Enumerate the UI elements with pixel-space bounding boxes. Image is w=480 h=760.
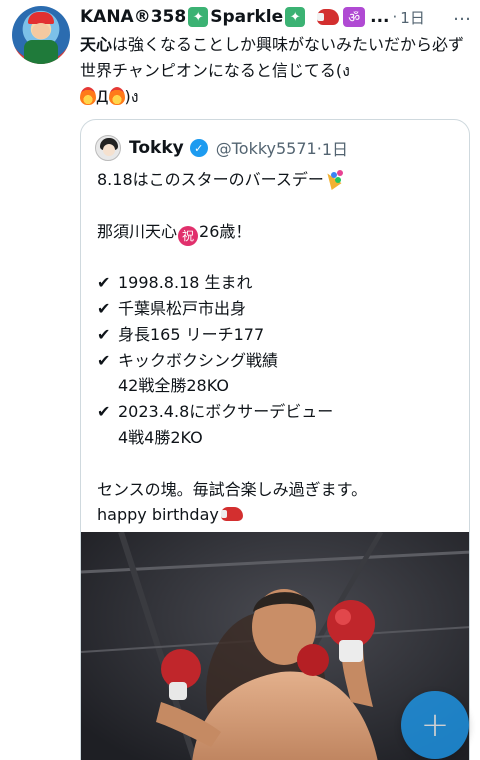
compose-button[interactable]: + bbox=[401, 691, 469, 759]
check-icon: ✔ bbox=[97, 273, 111, 293]
quote-item-2: 千葉県松戸市出身 bbox=[118, 298, 247, 318]
quoted-tweet-text: 8.18はこのスターのバースデー 那須川天心祝 26歳！ ✔ 1998.8.18 生… bbox=[97, 167, 461, 528]
quoted-tweet-header: Tokky ✓ @Tokky5571 · 1日 bbox=[95, 134, 348, 162]
name-ellipsis: ... bbox=[370, 7, 390, 27]
quote-line-2b: 26歳！ bbox=[199, 221, 252, 241]
tweet-header: KANA®358 ✦ Sparkle ✦ ॐ ... · 1日 bbox=[80, 4, 474, 30]
om-icon: ॐ bbox=[343, 7, 366, 27]
tweet-text-part3: )ง bbox=[124, 87, 139, 106]
quoted-author-avatar[interactable] bbox=[95, 135, 121, 161]
author-avatar[interactable] bbox=[12, 6, 70, 64]
celebration-badge-icon: 祝 bbox=[178, 226, 199, 247]
quote-line-2a: 那須川天心 bbox=[97, 221, 178, 241]
quoted-tweet-timestamp[interactable]: 1日 bbox=[322, 136, 348, 160]
quote-item-5: 2023.4.8にボクサーデビュー bbox=[118, 402, 334, 422]
plus-icon: + bbox=[420, 705, 450, 745]
fire-icon bbox=[108, 87, 125, 105]
tweet-text-bold: 天心 bbox=[80, 35, 113, 54]
quote-item-5-sub: 4戦4勝2KO bbox=[118, 427, 203, 447]
check-icon: ✔ bbox=[97, 324, 111, 344]
tweet-timestamp[interactable]: 1日 bbox=[400, 7, 425, 28]
more-options-icon[interactable]: … bbox=[453, 4, 472, 25]
tweet-text: 天心は強くなることしか興味がないみたいだから必ず世界チャンピオンになると信じてる… bbox=[80, 32, 472, 110]
sparkle-icon: ✦ bbox=[285, 7, 306, 27]
quote-item-3: 身長165 リーチ177 bbox=[118, 324, 265, 344]
check-icon: ✔ bbox=[97, 350, 111, 370]
boxing-glove-icon bbox=[220, 507, 243, 522]
tweet-text-part1: は強くなることしか興味がないみたいだから必ず世界チャンピオンになると信じてる(ง bbox=[80, 35, 465, 80]
fire-icon bbox=[80, 87, 96, 105]
time-separator: · bbox=[392, 8, 398, 26]
quote-item-1: 1998.8.18 生まれ bbox=[118, 273, 253, 293]
quoted-author-handle[interactable]: @Tokky5571 bbox=[216, 139, 317, 158]
tweet-text-part2: Д bbox=[96, 87, 109, 106]
quote-closing-2: happy birthday bbox=[97, 505, 219, 525]
quoted-author-name[interactable]: Tokky bbox=[129, 138, 184, 158]
author-name-sparkle[interactable]: Sparkle bbox=[210, 7, 283, 27]
author-name[interactable]: KANA®358 bbox=[80, 7, 186, 27]
quote-item-4: キックボクシング戦績 bbox=[118, 350, 279, 370]
quote-closing-1: センスの塊。毎試合楽しみ過ぎます。 bbox=[97, 479, 368, 499]
sparkle-icon: ✦ bbox=[188, 7, 209, 27]
verified-badge-icon: ✓ bbox=[189, 139, 208, 157]
check-icon: ✔ bbox=[97, 298, 111, 318]
quoted-tweet-card[interactable]: Tokky ✓ @Tokky5571 · 1日 8.18はこのスターのバースデー… bbox=[80, 119, 470, 760]
quote-line-1: 8.18はこのスターのバースデー bbox=[97, 170, 324, 189]
party-popper-icon bbox=[324, 169, 344, 189]
check-icon: ✔ bbox=[97, 402, 111, 422]
quote-item-4-sub: 42戦全勝28KO bbox=[118, 376, 229, 396]
boxing-glove-icon bbox=[317, 9, 340, 25]
